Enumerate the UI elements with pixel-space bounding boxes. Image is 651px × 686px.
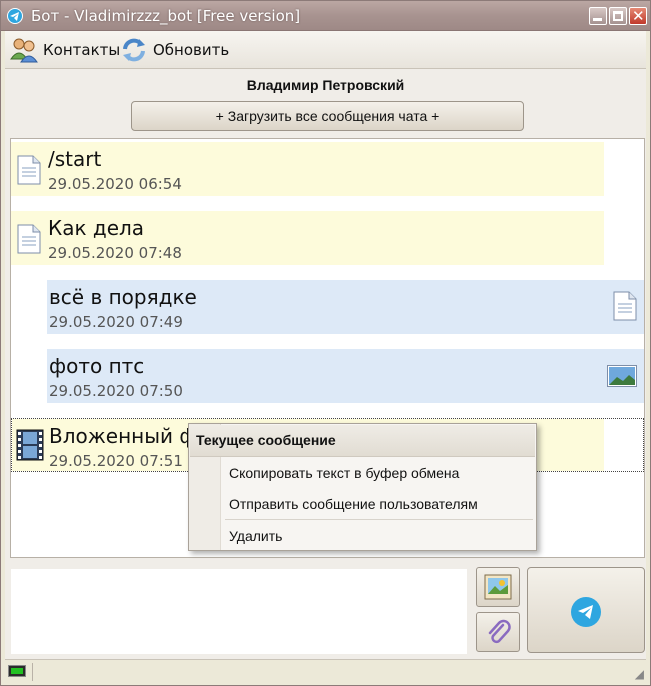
- toolbar: Контакты Обновить: [5, 31, 646, 69]
- send-photo-button[interactable]: [476, 567, 520, 607]
- message-input[interactable]: [11, 569, 467, 654]
- message-time: 29.05.2020 07:50: [49, 382, 183, 400]
- paperclip-icon: [488, 619, 511, 644]
- message-time: 29.05.2020 07:51: [49, 452, 183, 470]
- resize-grip-icon[interactable]: ◢: [635, 667, 644, 681]
- attach-file-button[interactable]: [476, 612, 520, 652]
- contacts-icon: [9, 37, 39, 63]
- menu-separator: [225, 519, 533, 520]
- message-item[interactable]: всё в порядке 29.05.2020 07:49: [47, 280, 644, 334]
- title-bar[interactable]: Бот - Vladimirzzz_bot [Free version] ✕: [1, 1, 650, 31]
- message-time: 29.05.2020 07:49: [49, 313, 183, 331]
- connection-status-icon: [8, 665, 26, 677]
- status-bar: ◢: [5, 659, 646, 683]
- menu-item-delete[interactable]: Удалить: [229, 528, 282, 544]
- close-button[interactable]: ✕: [629, 7, 647, 25]
- maximize-button[interactable]: [609, 7, 627, 25]
- contacts-label: Контакты: [43, 41, 121, 59]
- maximize-icon: [613, 11, 623, 21]
- refresh-button[interactable]: Обновить: [119, 36, 229, 64]
- refresh-label: Обновить: [153, 41, 230, 59]
- message-text: фото птс: [49, 354, 145, 378]
- client-area: Контакты Обновить Владимир Петровский + …: [5, 31, 646, 683]
- refresh-icon: [119, 37, 149, 63]
- document-icon: [17, 224, 41, 254]
- message-text: Как дела: [48, 216, 145, 240]
- message-text: /start: [48, 147, 102, 171]
- image-icon: [607, 365, 637, 392]
- menu-item-send-to-users[interactable]: Отправить сообщение пользователям: [229, 496, 478, 512]
- context-menu-title: Текущее сообщение: [196, 432, 336, 448]
- document-icon: [613, 291, 637, 326]
- message-time: 29.05.2020 06:54: [48, 175, 182, 193]
- message-item[interactable]: Как дела 29.05.2020 07:48: [11, 211, 604, 265]
- close-icon: ✕: [632, 8, 645, 25]
- telegram-send-icon: [571, 597, 601, 627]
- context-menu: Текущее сообщение Скопировать текст в бу…: [188, 423, 537, 551]
- film-icon: [16, 429, 44, 461]
- message-time: 29.05.2020 07:48: [48, 244, 182, 262]
- window-title: Бот - Vladimirzzz_bot [Free version]: [31, 7, 301, 25]
- status-divider: [32, 663, 33, 681]
- telegram-icon: [7, 8, 23, 24]
- minimize-button[interactable]: [589, 7, 607, 25]
- contact-name: Владимир Петровский: [246, 77, 405, 93]
- send-button[interactable]: [527, 567, 645, 653]
- message-text: всё в порядке: [49, 285, 197, 309]
- message-item[interactable]: фото птс 29.05.2020 07:50: [47, 349, 644, 403]
- load-all-messages-button[interactable]: + Загрузить все сообщения чата +: [131, 101, 524, 131]
- minimize-icon: [593, 18, 602, 21]
- message-item[interactable]: /start 29.05.2020 06:54: [11, 142, 604, 196]
- app-window: Бот - Vladimirzzz_bot [Free version] ✕ К…: [0, 0, 651, 686]
- contacts-button[interactable]: Контакты: [9, 36, 120, 64]
- menu-item-copy-text[interactable]: Скопировать текст в буфер обмена: [229, 465, 459, 481]
- context-menu-header: Текущее сообщение: [190, 425, 535, 457]
- photo-icon: [484, 574, 512, 600]
- document-icon: [17, 155, 41, 185]
